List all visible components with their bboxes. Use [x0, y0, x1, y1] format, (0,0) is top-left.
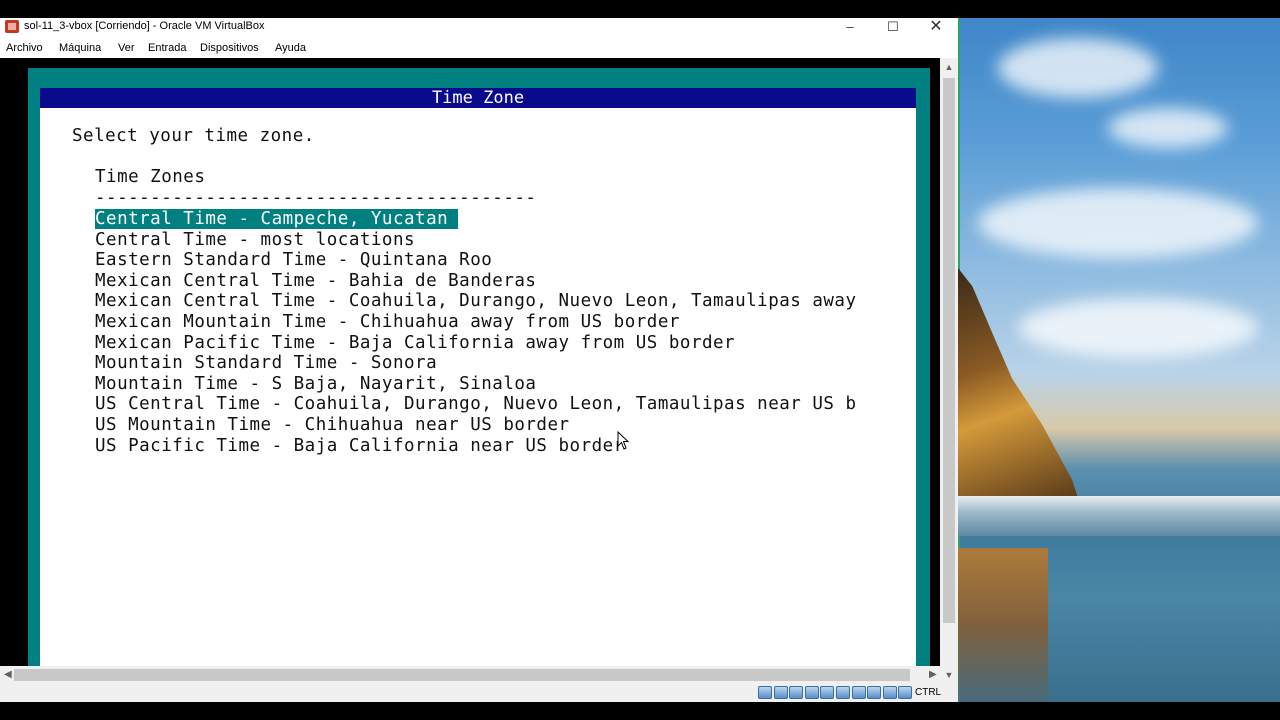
virtualbox-window: sol-11_3-vbox [Corriendo] - Oracle VM Vi…: [0, 18, 958, 702]
menu-entrada[interactable]: Entrada: [148, 42, 187, 54]
time-zone-label: Mountain Time - S Baja, Nayarit, Sinaloa: [95, 373, 537, 394]
time-zone-option[interactable]: Central Time - most locations: [95, 230, 856, 251]
time-zone-option-selected[interactable]: Central Time - Campeche, Yucatan: [95, 209, 856, 230]
title-bar[interactable]: sol-11_3-vbox [Corriendo] - Oracle VM Vi…: [0, 18, 958, 38]
time-zone-label: Mountain Standard Time - Sonora: [95, 353, 438, 374]
time-zone-label: Central Time - most locations: [95, 229, 416, 250]
shared-folder-icon[interactable]: [836, 686, 850, 699]
mouse-integration-icon[interactable]: [898, 686, 913, 699]
maximize-button[interactable]: ☐: [873, 18, 913, 38]
time-zone-option[interactable]: Mexican Mountain Time - Chihuahua away f…: [95, 312, 856, 333]
time-zone-label: US Central Time - Coahuila, Durango, Nue…: [95, 394, 857, 415]
virtualbox-app-icon: [5, 20, 19, 33]
time-zone-label: Mexican Central Time - Coahuila, Durango…: [95, 291, 857, 312]
menu-dispositivos[interactable]: Dispositivos: [200, 42, 259, 54]
close-button[interactable]: ✕: [916, 18, 956, 38]
time-zone-list: Central Time - Campeche, Yucatan Central …: [95, 209, 856, 456]
horizontal-scrollbar[interactable]: ◀ ▶: [0, 666, 940, 684]
time-zone-label: Mexican Central Time - Bahia de Banderas: [95, 270, 537, 291]
time-zone-option[interactable]: Mexican Central Time - Bahia de Banderas: [95, 271, 856, 292]
menu-maquina[interactable]: Máquina: [59, 42, 101, 54]
time-zone-option[interactable]: Mexican Central Time - Coahuila, Durango…: [95, 291, 856, 312]
time-zone-option[interactable]: US Central Time - Coahuila, Durango, Nue…: [95, 394, 856, 415]
guest-display[interactable]: Time Zone Select your time zone. Time Zo…: [0, 58, 940, 683]
minimize-button[interactable]: –: [830, 18, 870, 38]
time-zone-label: Eastern Standard Time - Quintana Roo: [95, 250, 493, 271]
scroll-left-icon[interactable]: ◀: [4, 669, 12, 680]
time-zone-option[interactable]: US Pacific Time - Baja California near U…: [95, 436, 856, 457]
menu-bar: Archivo Máquina Ver Entrada Dispositivos…: [0, 38, 958, 58]
time-zone-option[interactable]: Eastern Standard Time - Quintana Roo: [95, 250, 856, 271]
menu-archivo[interactable]: Archivo: [6, 42, 43, 54]
window-title: sol-11_3-vbox [Corriendo] - Oracle VM Vi…: [24, 20, 265, 32]
optical-drive-icon[interactable]: [773, 686, 788, 699]
status-bar: CTRL: [0, 684, 958, 702]
menu-ver[interactable]: Ver: [118, 42, 135, 54]
cloud: [1108, 108, 1228, 148]
list-header: Time Zones: [95, 167, 206, 187]
usb-icon[interactable]: [820, 686, 835, 699]
cpu-icon[interactable]: [882, 686, 897, 699]
menu-ayuda[interactable]: Ayuda: [275, 42, 306, 54]
time-zone-label: Mexican Pacific Time - Baja California a…: [95, 332, 736, 353]
cliff: [958, 268, 1078, 498]
time-zone-label: US Pacific Time - Baja California near U…: [95, 435, 625, 456]
vertical-scrollbar[interactable]: ▲ ▼: [940, 58, 958, 683]
time-zone-option[interactable]: Mountain Time - S Baja, Nayarit, Sinaloa: [95, 374, 856, 395]
cloud: [998, 38, 1158, 98]
time-zone-label: Mexican Mountain Time - Chihuahua away f…: [95, 311, 680, 332]
scroll-down-icon[interactable]: ▼: [944, 670, 954, 680]
shoreline: [958, 496, 1280, 536]
list-divider: ----------------------------------------: [95, 188, 537, 208]
floppy-icon[interactable]: [789, 686, 804, 699]
display-icon[interactable]: [851, 686, 866, 699]
scroll-up-icon[interactable]: ▲: [944, 62, 954, 72]
vertical-scroll-thumb[interactable]: [943, 78, 955, 623]
host-key-label: CTRL: [915, 687, 942, 698]
time-zone-label: US Mountain Time - Chihuahua near US bor…: [95, 414, 570, 435]
scroll-right-icon[interactable]: ▶: [929, 669, 937, 680]
time-zone-option[interactable]: Mexican Pacific Time - Baja California a…: [95, 333, 856, 354]
cloud: [1018, 298, 1258, 358]
time-zone-option[interactable]: US Mountain Time - Chihuahua near US bor…: [95, 415, 856, 436]
desktop-wallpaper: [958, 18, 1280, 702]
video-capture-icon[interactable]: [867, 686, 882, 699]
network-icon[interactable]: [804, 686, 819, 699]
cliff-reflection: [958, 548, 1048, 702]
time-zone-option[interactable]: Mountain Standard Time - Sonora: [95, 353, 856, 374]
cloud: [978, 188, 1258, 258]
hard-disk-icon[interactable]: [758, 686, 772, 699]
dialog-title: Time Zone: [40, 88, 916, 108]
time-zone-label: Central Time - Campeche, Yucatan: [95, 209, 459, 229]
prompt-text: Select your time zone.: [72, 126, 315, 146]
time-zone-dialog: Time Zone Select your time zone. Time Zo…: [40, 88, 916, 683]
horizontal-scroll-thumb[interactable]: [14, 669, 910, 681]
